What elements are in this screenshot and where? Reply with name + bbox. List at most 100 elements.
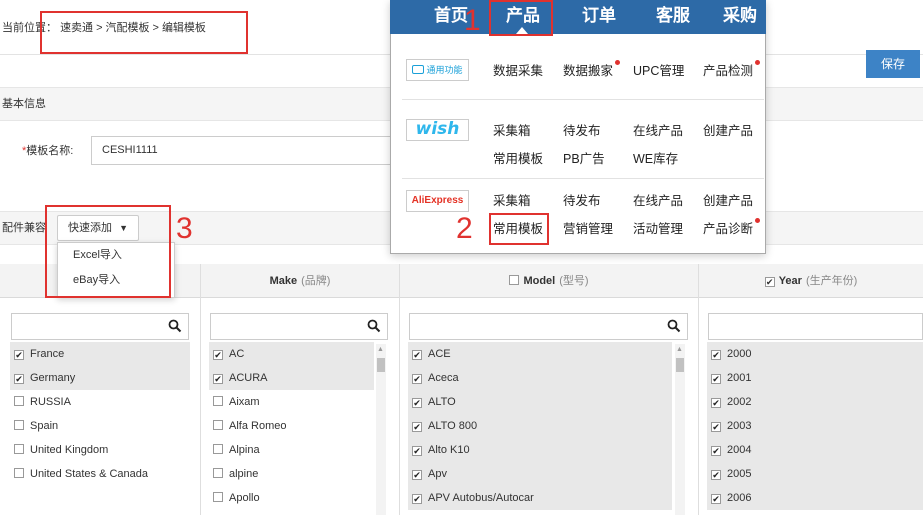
template-name-input[interactable]: CESHI1111 bbox=[91, 136, 391, 165]
checkbox[interactable]: ✔ bbox=[711, 494, 721, 504]
checkbox[interactable] bbox=[213, 420, 223, 430]
year-search-input[interactable] bbox=[708, 313, 923, 340]
list-item[interactable]: ✔ 2000 bbox=[707, 342, 923, 366]
list-item[interactable]: ✔ ACE bbox=[408, 342, 672, 366]
checkbox[interactable]: ✔ bbox=[14, 374, 24, 384]
save-button[interactable]: 保存 bbox=[866, 50, 920, 78]
checkbox[interactable]: ✔ bbox=[412, 350, 422, 360]
list-item[interactable]: ✔ Germany bbox=[10, 366, 190, 390]
menu-link-ali-collect-box[interactable]: 采集箱 bbox=[493, 193, 531, 209]
search-icon bbox=[168, 319, 182, 333]
scroll-up-icon[interactable]: ▲ bbox=[676, 346, 683, 353]
country-search-input[interactable] bbox=[11, 313, 189, 340]
menu-link-data-move[interactable]: 数据搬家 bbox=[563, 63, 613, 79]
checkbox[interactable]: ✔ bbox=[213, 374, 223, 384]
list-item[interactable]: ✔ ALTO bbox=[408, 390, 672, 414]
model-search-input[interactable] bbox=[409, 313, 688, 340]
checkbox[interactable]: ✔ bbox=[711, 446, 721, 456]
list-item[interactable]: ✔ 2006 bbox=[707, 486, 923, 510]
scroll-thumb[interactable] bbox=[377, 358, 385, 372]
checkbox[interactable]: ✔ bbox=[412, 470, 422, 480]
list-item[interactable]: ✔ Apv bbox=[408, 462, 672, 486]
list-item[interactable]: ✔ Alto K10 bbox=[408, 438, 672, 462]
model-select-all-checkbox[interactable] bbox=[509, 275, 520, 285]
checkbox[interactable]: ✔ bbox=[213, 350, 223, 360]
search-icon bbox=[367, 319, 381, 333]
list-item[interactable]: ✔ 2001 bbox=[707, 366, 923, 390]
column-header-year[interactable]: ✔ Year (生产年份) bbox=[699, 264, 923, 298]
general-functions-logo: 通用功能 bbox=[406, 59, 469, 81]
make-list-scrollbar[interactable]: ▲ bbox=[376, 344, 386, 515]
menu-link-wish-templates[interactable]: 常用模板 bbox=[493, 151, 543, 167]
menu-link-wish-create[interactable]: 创建产品 bbox=[703, 123, 753, 139]
menu-link-ali-marketing[interactable]: 营销管理 bbox=[563, 221, 613, 237]
menu-link-ali-campaigns[interactable]: 活动管理 bbox=[633, 221, 683, 237]
year-select-all-checkbox[interactable]: ✔ bbox=[764, 277, 775, 287]
list-item[interactable]: United Kingdom bbox=[10, 438, 190, 462]
list-item[interactable]: ✔ Aceca bbox=[408, 366, 672, 390]
menu-link-wish-online[interactable]: 在线产品 bbox=[633, 123, 683, 139]
checkbox[interactable] bbox=[213, 396, 223, 406]
search-icon bbox=[667, 319, 681, 333]
list-item[interactable]: Alfa Romeo bbox=[209, 414, 374, 438]
list-item[interactable]: Spain bbox=[10, 414, 190, 438]
checkbox[interactable]: ✔ bbox=[711, 422, 721, 432]
checkbox[interactable]: ✔ bbox=[711, 350, 721, 360]
menu-link-wish-pb-ads[interactable]: PB广告 bbox=[563, 151, 605, 167]
scroll-up-icon[interactable]: ▲ bbox=[377, 346, 384, 353]
list-item[interactable]: Alpina bbox=[209, 438, 374, 462]
menu-link-wish-collect-box[interactable]: 采集箱 bbox=[493, 123, 531, 139]
menu-link-upc[interactable]: UPC管理 bbox=[633, 63, 684, 79]
checkbox[interactable]: ✔ bbox=[412, 446, 422, 456]
wish-logo: wish bbox=[406, 119, 469, 141]
new-badge-dot bbox=[615, 60, 620, 65]
make-search-input[interactable] bbox=[210, 313, 388, 340]
list-item[interactable]: alpine bbox=[209, 462, 374, 486]
menu-link-ali-create[interactable]: 创建产品 bbox=[703, 193, 753, 209]
menu-link-ali-pending[interactable]: 待发布 bbox=[563, 193, 601, 209]
checkbox[interactable] bbox=[14, 420, 24, 430]
checkbox[interactable] bbox=[213, 468, 223, 478]
checkbox[interactable]: ✔ bbox=[412, 398, 422, 408]
list-item[interactable]: ✔ 2005 bbox=[707, 462, 923, 486]
checkbox[interactable]: ✔ bbox=[711, 398, 721, 408]
checkbox[interactable] bbox=[14, 396, 24, 406]
nav-item-purchase[interactable]: 采购 bbox=[714, 0, 766, 34]
menu-link-data-collect[interactable]: 数据采集 bbox=[493, 63, 543, 79]
scroll-thumb[interactable] bbox=[676, 358, 684, 372]
list-item[interactable]: ✔ ALTO 800 bbox=[408, 414, 672, 438]
list-item[interactable]: ✔ France bbox=[10, 342, 190, 366]
menu-link-wish-we-stock[interactable]: WE库存 bbox=[633, 151, 678, 167]
list-item[interactable]: Aixam bbox=[209, 390, 374, 414]
checkbox[interactable]: ✔ bbox=[711, 470, 721, 480]
checkbox[interactable]: ✔ bbox=[412, 422, 422, 432]
country-list: ✔ France ✔ Germany RUSSIA Spain United Kin… bbox=[10, 342, 190, 486]
checkbox[interactable] bbox=[213, 492, 223, 502]
checkbox[interactable] bbox=[14, 444, 24, 454]
list-item[interactable]: United States & Canada bbox=[10, 462, 190, 486]
checkbox[interactable]: ✔ bbox=[412, 374, 422, 384]
list-item[interactable]: Apollo bbox=[209, 486, 374, 510]
checkbox[interactable]: ✔ bbox=[412, 494, 422, 504]
menu-link-product-check[interactable]: 产品检测 bbox=[703, 63, 753, 79]
list-item[interactable]: ✔ APV Autobus/Autocar bbox=[408, 486, 672, 510]
list-item[interactable]: ✔ AC bbox=[209, 342, 374, 366]
nav-item-order[interactable]: 订单 bbox=[568, 0, 630, 34]
list-item[interactable]: ✔ 2002 bbox=[707, 390, 923, 414]
column-header-make: Make (品牌) bbox=[269, 275, 331, 287]
menu-row-divider bbox=[402, 178, 764, 179]
list-item[interactable]: ✔ 2003 bbox=[707, 414, 923, 438]
column-header-model[interactable]: Model (型号) bbox=[400, 264, 698, 298]
menu-link-ali-diagnosis[interactable]: 产品诊断 bbox=[703, 221, 753, 237]
list-item[interactable]: ✔ 2004 bbox=[707, 438, 923, 462]
checkbox[interactable]: ✔ bbox=[711, 374, 721, 384]
checkbox[interactable]: ✔ bbox=[14, 350, 24, 360]
model-list-scrollbar[interactable]: ▲ bbox=[675, 344, 685, 515]
menu-link-wish-pending[interactable]: 待发布 bbox=[563, 123, 601, 139]
list-item[interactable]: ✔ ACURA bbox=[209, 366, 374, 390]
nav-item-service[interactable]: 客服 bbox=[642, 0, 704, 34]
list-item[interactable]: RUSSIA bbox=[10, 390, 190, 414]
checkbox[interactable] bbox=[14, 468, 24, 478]
menu-link-ali-online[interactable]: 在线产品 bbox=[633, 193, 683, 209]
checkbox[interactable] bbox=[213, 444, 223, 454]
